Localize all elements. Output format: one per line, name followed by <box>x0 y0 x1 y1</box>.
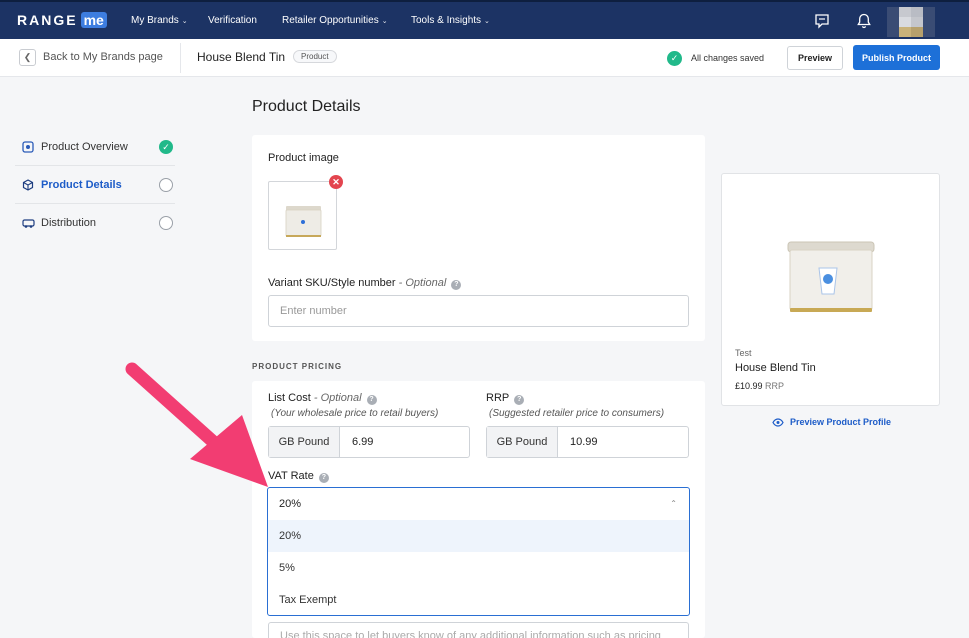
remove-image-icon[interactable]: ✕ <box>329 175 343 189</box>
product-type-badge: Product <box>293 50 337 63</box>
list-cost-value[interactable]: 6.99 <box>340 427 469 457</box>
list-cost-input[interactable]: GB Pound 6.99 <box>268 426 470 458</box>
vat-rate-dropdown[interactable]: 20% ⌃ 20% 5% Tax Exempt <box>267 487 690 616</box>
additional-info-textarea[interactable]: Use this space to let buyers know of any… <box>268 622 689 638</box>
nav-tools-insights-label: Tools & Insights <box>411 15 482 26</box>
vat-option-20[interactable]: 20% <box>268 520 689 552</box>
sku-label: Variant SKU/Style number - Optional? <box>268 277 462 290</box>
empty-circle-icon <box>159 178 173 192</box>
logo-text: RANGE <box>17 12 78 28</box>
chevron-down-icon: ⌄ <box>484 17 490 25</box>
logo-badge: me <box>80 12 107 28</box>
product-overview-icon <box>21 140 35 154</box>
nav-retailer-opportunities[interactable]: Retailer Opportunities ⌄ <box>282 15 388 26</box>
publish-product-button[interactable]: Publish Product <box>853 45 940 70</box>
help-icon[interactable]: ? <box>514 395 525 405</box>
rrp-hint: (Suggested retailer price to consumers) <box>489 408 665 419</box>
back-button[interactable]: ❮ <box>19 49 36 66</box>
steps-sidebar: Product Overview ✓ Product Details Distr… <box>15 128 175 242</box>
sku-optional-text: - Optional <box>395 277 447 289</box>
vat-option-5[interactable]: 5% <box>268 552 689 584</box>
page-title: Product Details <box>252 98 361 115</box>
check-circle-icon: ✓ <box>667 51 682 66</box>
vat-option-tax-exempt[interactable]: Tax Exempt <box>268 584 689 616</box>
help-icon[interactable]: ? <box>318 473 329 483</box>
preview-price-value: £10.99 <box>735 381 763 391</box>
sku-input[interactable]: Enter number <box>268 295 689 327</box>
product-name: House Blend Tin <box>197 50 286 64</box>
sidebar-item-product-overview[interactable]: Product Overview ✓ <box>15 128 175 166</box>
preview-product-profile-link[interactable]: Preview Product Profile <box>772 417 891 427</box>
box-icon <box>21 178 35 192</box>
product-image-thumbnail[interactable] <box>268 181 337 250</box>
chevron-up-icon: ⌃ <box>670 499 677 508</box>
chevron-down-icon: ⌄ <box>381 17 388 25</box>
tin-image <box>285 206 322 237</box>
nav-my-brands[interactable]: My Brands ⌄ <box>131 15 188 26</box>
vat-selected-value: 20% <box>279 498 302 510</box>
save-status: All changes saved <box>691 53 765 63</box>
preview-product-name: House Blend Tin <box>735 362 816 374</box>
list-cost-optional-text: - Optional <box>310 392 362 404</box>
sku-label-text: Variant SKU/Style number <box>268 277 396 289</box>
chevron-left-icon: ❮ <box>23 52 32 62</box>
back-link[interactable]: Back to My Brands page <box>43 51 163 63</box>
sidebar-item-label: Product Details <box>41 178 122 191</box>
sidebar-item-product-details[interactable]: Product Details <box>15 166 175 204</box>
product-subheader: ❮ Back to My Brands page House Blend Tin… <box>0 39 969 77</box>
help-icon[interactable]: ? <box>366 395 377 405</box>
top-navigation: RANGE me My Brands ⌄ Verification Retaile… <box>0 0 969 39</box>
preview-price: £10.99 RRP <box>735 381 784 391</box>
preview-button[interactable]: Preview <box>787 46 843 70</box>
nav-tools-insights[interactable]: Tools & Insights ⌄ <box>411 15 490 26</box>
truck-icon <box>21 216 35 230</box>
sidebar-item-label: Product Overview <box>41 140 128 153</box>
annotation-arrow-icon <box>125 362 268 487</box>
rrp-value[interactable]: 10.99 <box>558 427 688 457</box>
sidebar-item-distribution[interactable]: Distribution <box>15 204 175 242</box>
help-icon[interactable]: ? <box>451 280 462 290</box>
sidebar-item-label: Distribution <box>41 217 97 229</box>
nav-verification[interactable]: Verification <box>208 15 257 26</box>
divider <box>180 43 181 73</box>
nav-retailer-opportunities-label: Retailer Opportunities <box>282 15 379 26</box>
rrp-input[interactable]: GB Pound 10.99 <box>486 426 689 458</box>
preview-price-suffix: RRP <box>765 381 785 391</box>
rangeme-logo[interactable]: RANGE me <box>17 12 107 28</box>
chevron-down-icon: ⌄ <box>181 17 188 25</box>
tin-image <box>787 241 875 312</box>
preview-product-profile-label: Preview Product Profile <box>790 417 892 427</box>
nav-my-brands-label: My Brands <box>131 15 179 26</box>
rrp-label-text: RRP <box>486 392 510 404</box>
eye-icon <box>772 417 784 427</box>
list-cost-label: List Cost - Optional? <box>268 392 377 405</box>
avatar[interactable] <box>887 7 935 37</box>
messages-icon[interactable] <box>813 12 831 30</box>
nav-verification-label: Verification <box>208 15 257 26</box>
check-circle-icon: ✓ <box>159 140 173 154</box>
empty-circle-icon <box>159 216 173 230</box>
product-image-label: Product image <box>268 152 339 164</box>
vat-rate-selected[interactable]: 20% ⌃ <box>268 488 689 520</box>
preview-brand: Test <box>735 348 752 358</box>
bell-icon[interactable] <box>855 12 873 30</box>
list-cost-hint: (Your wholesale price to retail buyers) <box>271 408 439 419</box>
rrp-label: RRP? <box>486 392 525 405</box>
currency-label: GB Pound <box>487 427 558 457</box>
